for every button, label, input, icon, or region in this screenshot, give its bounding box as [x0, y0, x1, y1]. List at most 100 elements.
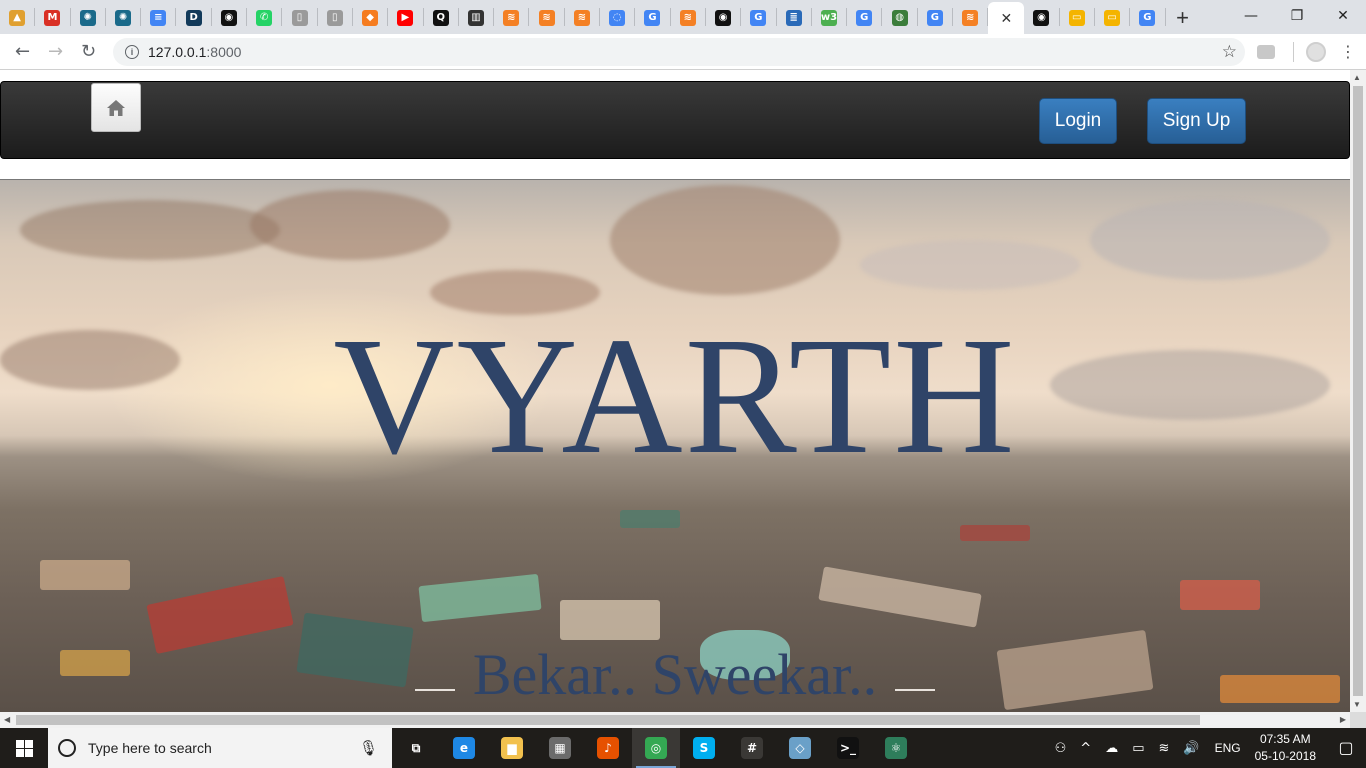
file-explorer-taskbar-button[interactable]: ▆: [488, 728, 536, 768]
tab-blank-1[interactable]: ▯: [282, 2, 316, 34]
store-taskbar-button[interactable]: ▦: [536, 728, 584, 768]
hero-bg-cloud: [20, 200, 280, 260]
address-bar[interactable]: i 127.0.0.1:8000 ☆: [113, 37, 1245, 66]
tab-stackoverflow-5[interactable]: ≋: [953, 2, 987, 34]
minimize-button[interactable]: —: [1228, 0, 1274, 32]
language-indicator[interactable]: ENG: [1215, 741, 1241, 755]
windows-logo-icon: [15, 739, 33, 757]
signup-button[interactable]: Sign Up: [1147, 98, 1246, 144]
tab-youtube[interactable]: ▶: [388, 2, 422, 34]
skype-taskbar-button[interactable]: S: [680, 728, 728, 768]
system-tray: ⚇ ^ ☁ ▭ ≋ 🔊 ENG 07:35 AM 05-10-2018 ▢: [1048, 728, 1366, 768]
tab-google-1[interactable]: G: [635, 2, 669, 34]
show-hidden-icons-chevron-icon[interactable]: ^: [1080, 741, 1091, 756]
taskbar-search-box[interactable]: Type here to search 🎙: [48, 728, 392, 768]
tab-github-1[interactable]: ◉: [212, 2, 246, 34]
onedrive-cloud-icon[interactable]: ☁: [1105, 741, 1118, 756]
notes-taskbar-button[interactable]: ◇: [776, 728, 824, 768]
tab-favicon-3[interactable]: ✺: [71, 2, 105, 34]
browser-menu-icon[interactable]: ⋮: [1340, 42, 1356, 62]
login-button[interactable]: Login: [1039, 98, 1117, 144]
tab-google-2[interactable]: G: [741, 2, 775, 34]
tab-stackoverflow-4-favicon-icon: ≋: [679, 10, 696, 26]
tab-github-3[interactable]: ◉: [1024, 2, 1058, 34]
scroll-right-arrow-icon[interactable]: ▶: [1340, 715, 1346, 724]
horizontal-scrollbar[interactable]: ◀ ▶: [0, 712, 1350, 728]
task-view-taskbar-button[interactable]: ⧉: [392, 728, 440, 768]
tab-active[interactable]: ✕: [988, 2, 1025, 34]
tab-favicon-d-favicon-icon: D: [185, 10, 202, 26]
scroll-down-arrow-icon[interactable]: ▼: [1353, 700, 1361, 709]
tab-slides-2-favicon-icon: ▭: [1104, 10, 1121, 26]
tab-slides-2[interactable]: ▭: [1095, 2, 1129, 34]
back-button[interactable]: ←: [6, 38, 39, 66]
tab-blank-2[interactable]: ▯: [318, 2, 352, 34]
scroll-up-arrow-icon[interactable]: ▲: [1353, 73, 1361, 82]
tab-blank-1-favicon-icon: ▯: [291, 10, 308, 26]
scroll-left-arrow-icon[interactable]: ◀: [4, 715, 10, 724]
terminal-taskbar-button[interactable]: >_: [824, 728, 872, 768]
slack-icon: #: [741, 737, 763, 759]
tab-favicon-4[interactable]: ✺: [106, 2, 140, 34]
profile-avatar-icon[interactable]: [1306, 41, 1326, 62]
action-center-icon[interactable]: ▢: [1326, 728, 1366, 768]
people-icon[interactable]: ⚇: [1055, 741, 1067, 756]
tab-favicon-globe[interactable]: ◍: [882, 2, 916, 34]
hero-bg-cloud: [250, 190, 450, 260]
tab-stackoverflow-3[interactable]: ≋: [565, 2, 599, 34]
tab-favicon-globe-favicon-icon: ◍: [891, 10, 908, 26]
tab-github-2[interactable]: ◉: [706, 2, 740, 34]
slack-taskbar-button[interactable]: #: [728, 728, 776, 768]
wifi-icon[interactable]: ≋: [1159, 741, 1170, 756]
tab-google-5-favicon-icon: G: [1139, 10, 1156, 26]
maximize-button[interactable]: ❐: [1274, 0, 1320, 32]
tab-slides-1-favicon-icon: ▭: [1068, 10, 1085, 26]
vertical-scrollbar[interactable]: ▲ ▼: [1350, 70, 1366, 712]
tab-stackoverflow-2[interactable]: ≋: [529, 2, 563, 34]
tab-favicon-3-favicon-icon: ✺: [79, 10, 96, 26]
tab-stackoverflow-1[interactable]: ≋: [494, 2, 528, 34]
home-button[interactable]: [91, 83, 141, 132]
tab-slides-1[interactable]: ▭: [1060, 2, 1094, 34]
tab-google-5[interactable]: G: [1130, 2, 1164, 34]
tab-gmail[interactable]: M: [35, 2, 69, 34]
reload-button[interactable]: ↻: [72, 38, 105, 66]
start-button[interactable]: [0, 728, 48, 768]
new-tab-button[interactable]: +: [1166, 2, 1200, 34]
tab-favicon-orange[interactable]: ◆: [353, 2, 387, 34]
close-tab-icon[interactable]: ✕: [1000, 10, 1012, 27]
horizontal-scroll-thumb[interactable]: [16, 715, 1200, 725]
terminal-icon: >_: [837, 737, 859, 759]
atom-taskbar-button[interactable]: ⚛: [872, 728, 920, 768]
volume-icon[interactable]: 🔊: [1183, 741, 1199, 756]
chrome-taskbar-button[interactable]: ◎: [632, 728, 680, 768]
url-text[interactable]: 127.0.0.1:8000: [148, 44, 241, 60]
tab-favicon-d[interactable]: D: [176, 2, 210, 34]
tab-favicon-q[interactable]: Q: [424, 2, 458, 34]
media-player-taskbar-button[interactable]: ♪: [584, 728, 632, 768]
tab-google-4[interactable]: G: [918, 2, 952, 34]
tab-favicon-loop-favicon-icon: ◌: [609, 10, 626, 26]
cortana-icon: [58, 739, 76, 757]
taskbar-clock[interactable]: 07:35 AM 05-10-2018: [1255, 731, 1316, 765]
tab-favicon-w3[interactable]: w3: [812, 2, 846, 34]
tab-google-3[interactable]: G: [847, 2, 881, 34]
tab-favicon-book[interactable]: ▥: [459, 2, 493, 34]
edge-taskbar-button[interactable]: e: [440, 728, 488, 768]
tab-docs[interactable]: ≡: [141, 2, 175, 34]
bookmark-star-icon[interactable]: ☆: [1222, 42, 1237, 62]
task-view-icon: ⧉: [411, 740, 421, 755]
battery-icon[interactable]: ▭: [1132, 741, 1144, 756]
hero-title: VYARTH: [333, 303, 1017, 489]
extension-icon[interactable]: [1257, 44, 1275, 59]
forward-button[interactable]: →: [39, 38, 72, 66]
vertical-scroll-thumb[interactable]: [1353, 86, 1363, 696]
tab-favicon-loop[interactable]: ◌: [600, 2, 634, 34]
tab-stackoverflow-4[interactable]: ≋: [671, 2, 705, 34]
close-window-button[interactable]: ✕: [1320, 0, 1366, 32]
site-info-icon[interactable]: i: [125, 44, 139, 59]
tab-favicon-stack[interactable]: ≣: [777, 2, 811, 34]
tab-favicon-1[interactable]: ▲: [0, 2, 34, 34]
microphone-icon[interactable]: 🎙: [359, 739, 378, 757]
tab-whatsapp[interactable]: ✆: [247, 2, 281, 34]
